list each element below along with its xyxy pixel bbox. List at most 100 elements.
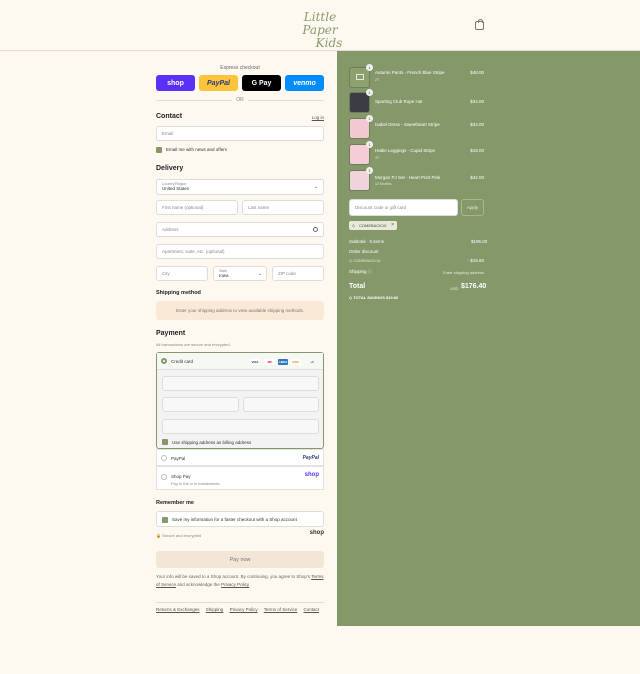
- more-cards-badge: +5: [310, 360, 314, 364]
- google-pay-button[interactable]: G Pay: [242, 75, 281, 91]
- card-number-field[interactable]: [162, 376, 319, 391]
- logo[interactable]: Little Paper Kids: [287, 10, 353, 50]
- footer-link-shipping[interactable]: Shipping: [206, 607, 224, 612]
- item-variant: 12 Months: [375, 182, 392, 186]
- country-value: United States: [162, 186, 190, 191]
- order-discount-label: Order discount: [349, 249, 379, 254]
- express-checkout-title: Express checkout: [220, 65, 260, 71]
- info-icon[interactable]: ⓘ: [368, 269, 372, 274]
- shop-pay-radio[interactable]: [161, 474, 167, 480]
- remember-checkbox[interactable]: [162, 517, 168, 523]
- order-summary: 1 Autumn Pants - French Blue Stripe 2T $…: [337, 51, 640, 626]
- credit-card-option[interactable]: Credit card VISA MC AMEX DISC +5: [157, 353, 323, 370]
- discount-tag: ◇ COMEBACK10 ×: [349, 221, 397, 230]
- address-placeholder: Address: [162, 227, 179, 232]
- shopping-bag-icon[interactable]: [475, 19, 484, 30]
- country-select[interactable]: Country/Region United States ⌄: [156, 179, 324, 195]
- shop-pay-label: Shop Pay: [171, 474, 191, 479]
- footer-link-contact[interactable]: Contact: [304, 607, 320, 612]
- credit-card-section: Credit card VISA MC AMEX DISC +5 Use shi…: [156, 352, 324, 449]
- discount-value: - $19.60: [467, 258, 484, 263]
- close-icon[interactable]: ×: [391, 222, 394, 228]
- quantity-badge: 1: [366, 167, 373, 174]
- image-placeholder-icon: [356, 74, 364, 80]
- search-icon: [313, 227, 318, 232]
- delivery-title: Delivery: [156, 165, 184, 172]
- footer-link-privacy[interactable]: Privacy Policy: [230, 607, 258, 612]
- mastercard-icon: MC: [265, 359, 275, 365]
- footer-links: Returns & Exchanges Shipping Privacy Pol…: [156, 607, 324, 612]
- secure-text: Secure and encrypted: [162, 533, 202, 538]
- city-field[interactable]: City: [156, 266, 208, 281]
- shop-logo: shop: [304, 472, 319, 478]
- chevron-down-icon: ⌄: [257, 271, 262, 277]
- apartment-field[interactable]: Apartment, suite, etc. (optional): [156, 244, 324, 259]
- item-name: Morgan PJ Set - Heart Print Pink: [375, 175, 441, 180]
- shop-pay-option[interactable]: Shop Pay Pay in full or in installments …: [156, 466, 324, 490]
- amex-icon: AMEX: [278, 359, 288, 365]
- footer-link-returns[interactable]: Returns & Exchanges: [156, 607, 200, 612]
- shop-logo: shop: [309, 530, 324, 536]
- news-checkbox[interactable]: [156, 147, 162, 153]
- payment-title: Payment: [156, 330, 186, 337]
- pay-now-button[interactable]: Pay now: [156, 551, 324, 568]
- secure-label: 🔒 Secure and encrypted: [156, 533, 202, 538]
- remember-box[interactable]: Save my information for a faster checkou…: [156, 511, 324, 527]
- discount-tag-code: COMEBACK10: [359, 223, 387, 228]
- address-field[interactable]: Address: [156, 222, 324, 237]
- item-variant: 2T: [375, 78, 380, 82]
- quantity-badge: 1: [366, 64, 373, 71]
- chevron-down-icon: ⌄: [313, 184, 318, 190]
- tag-icon: ◇: [352, 223, 356, 228]
- paypal-label: PayPal: [171, 456, 186, 461]
- credit-card-radio[interactable]: [161, 358, 167, 364]
- legal-text: Your info will be saved to a Shop accoun…: [156, 573, 324, 589]
- billing-checkbox[interactable]: [162, 439, 168, 445]
- footer-link-terms[interactable]: Terms of Service: [264, 607, 298, 612]
- legal-and: and acknowledge the: [177, 582, 220, 587]
- logo-line2: Kids: [315, 36, 343, 50]
- contact-title: Contact: [156, 113, 183, 120]
- expiry-field[interactable]: [162, 397, 239, 412]
- item-price: $48.00: [470, 70, 484, 75]
- zip-field[interactable]: ZIP code: [272, 266, 324, 281]
- shop-pay-button[interactable]: shop: [156, 75, 195, 91]
- state-select[interactable]: State Iowa ⌄: [213, 266, 267, 281]
- remember-title: Remember me: [156, 500, 194, 506]
- discount-code-field[interactable]: Discount code or gift card: [349, 199, 458, 216]
- login-link[interactable]: Log in: [312, 115, 324, 120]
- quantity-badge: 1: [366, 89, 373, 96]
- shipping-info: Enter your shipping address to view avai…: [156, 301, 324, 320]
- currency-label: USD: [450, 286, 459, 291]
- shipping-value: Enter shipping address: [443, 270, 484, 275]
- remember-label: Save my information for a faster checkou…: [172, 517, 297, 522]
- item-name: Sporting Club Rope Hat: [375, 99, 423, 104]
- quantity-badge: 1: [366, 115, 373, 122]
- news-label: Email me with news and offers: [166, 147, 227, 152]
- subtotal-value: $196.00: [471, 239, 488, 244]
- shipping-label: Shipping ⓘ: [349, 269, 372, 275]
- savings-value: $19.60: [386, 295, 399, 300]
- privacy-link[interactable]: Privacy Policy: [221, 582, 249, 587]
- divider: [248, 100, 324, 101]
- paypal-button[interactable]: PayPal: [199, 75, 238, 91]
- security-code-field[interactable]: [243, 397, 319, 412]
- last-name-field[interactable]: Last name: [242, 200, 324, 215]
- savings-label: TOTAL SAVINGS: [353, 295, 385, 300]
- credit-card-label: Credit card: [171, 359, 194, 364]
- apply-button[interactable]: Apply: [461, 199, 484, 216]
- paypal-radio[interactable]: [161, 455, 167, 461]
- name-on-card-field[interactable]: [162, 419, 319, 434]
- shipping-label-text: Shipping: [349, 269, 367, 274]
- item-price: $34.00: [470, 99, 484, 104]
- logo-line1: Little Paper: [302, 10, 338, 37]
- discover-icon: DISC: [291, 359, 301, 365]
- total-value: $176.40: [461, 283, 487, 290]
- paypal-option[interactable]: PayPal PayPal: [156, 449, 324, 466]
- email-field[interactable]: Email: [156, 126, 324, 141]
- item-name: Hattie Leggings - Cupid Stripe: [375, 148, 436, 153]
- first-name-field[interactable]: First name (optional): [156, 200, 238, 215]
- header: Little Paper Kids: [0, 0, 640, 51]
- legal-line: Your info will be saved to a Shop accoun…: [156, 574, 311, 579]
- venmo-button[interactable]: venmo: [285, 75, 324, 91]
